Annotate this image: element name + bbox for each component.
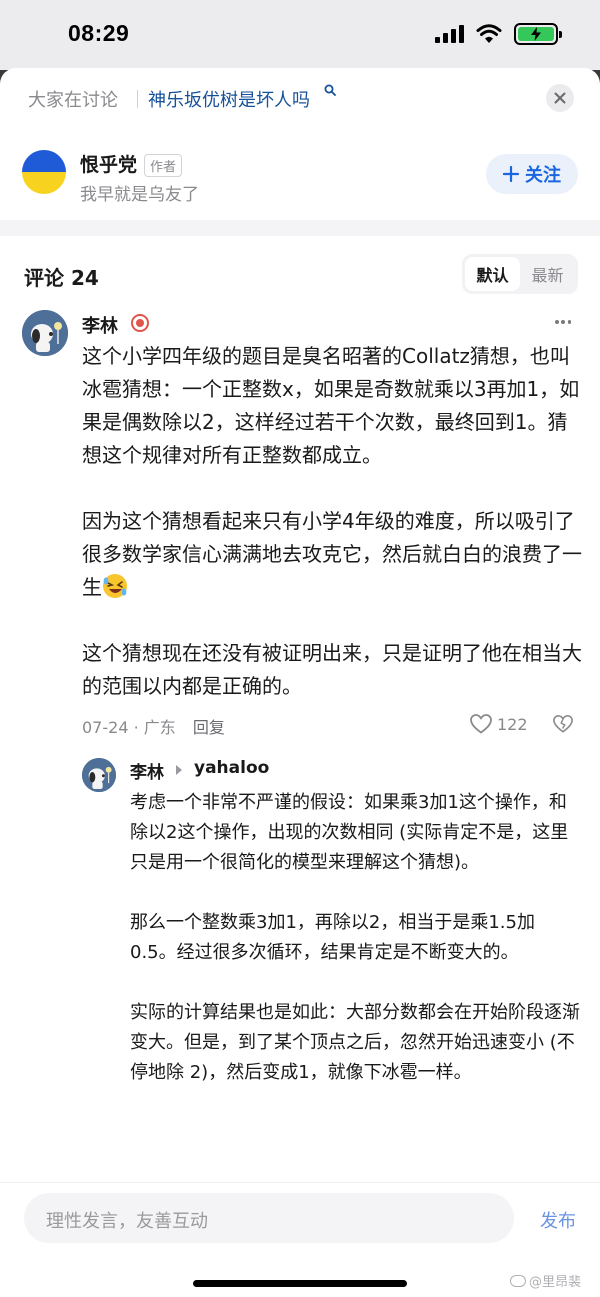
reply-avatar[interactable] (82, 758, 116, 792)
topic-bar: 大家在讨论 神乐坂优树是坏人吗 (0, 68, 600, 136)
watermark-text: @里昂裴 (529, 1275, 582, 1290)
like-button[interactable]: 122 (470, 714, 528, 734)
watermark: @里昂裴 (510, 1271, 581, 1290)
comment-meta: 07-24 · 广东 回复 (82, 718, 225, 737)
comments-title: 评论 24 (24, 266, 99, 290)
topic-lead: 大家在讨论 (28, 90, 118, 111)
reply-paragraph: 实际的计算结果也是如此：大部分数都会在开始阶段逐渐变大。但是，到了某个顶点之后，… (130, 1002, 580, 1083)
rolling-laughing-emoji-icon (103, 574, 127, 598)
like-count: 122 (497, 714, 528, 734)
snoopy-avatar-image (82, 758, 116, 792)
section-divider (0, 220, 600, 236)
reply-author-name[interactable]: 李林 (130, 758, 164, 783)
status-bar: 08:29 (0, 0, 600, 70)
reply-body: 考虑一个非常不严谨的假设：如果乘3加1这个操作，和除以2这个操作，出现的次数相同… (130, 788, 580, 1118)
badge-icon (131, 314, 149, 332)
divider (137, 90, 138, 108)
weibo-logo-icon (510, 1274, 526, 1287)
reply-button[interactable]: 回复 (193, 718, 225, 737)
sort-toggle: 默认 最新 (462, 254, 578, 294)
reply-arrow-icon (176, 765, 182, 775)
heart-icon (470, 714, 492, 734)
follow-label: 关注 (525, 165, 561, 186)
commenter-name[interactable]: 李林 (82, 312, 118, 338)
status-icons (435, 22, 562, 46)
comment-input[interactable]: 理性发言，友善互动 (24, 1193, 514, 1243)
cellular-signal-icon (435, 25, 464, 43)
publish-button[interactable]: 发布 (540, 1207, 576, 1233)
author-bio: 我早就是乌友了 (80, 185, 199, 205)
reply-paragraph: 那么一个整数乘3加1，再除以2，相当于是乘1.5加0.5。经过很多次循环，结果肯… (130, 912, 535, 963)
commenter-avatar[interactable] (22, 310, 68, 356)
more-options-icon[interactable] (555, 314, 571, 330)
wifi-icon (476, 24, 502, 43)
sort-latest-tab[interactable]: 最新 (520, 257, 575, 291)
author-tag: 作者 (144, 154, 183, 177)
close-button[interactable] (546, 84, 574, 112)
topic-link[interactable]: 神乐坂优树是坏人吗 (148, 86, 310, 112)
sort-default-tab[interactable]: 默认 (465, 257, 520, 291)
dislike-broken-heart-icon[interactable] (553, 714, 573, 734)
author-avatar[interactable] (22, 150, 66, 194)
comment-input-placeholder: 理性发言，友善互动 (46, 1211, 208, 1232)
comment-paragraph: 因为这个猜想看起来只有小学4年级的难度，所以吸引了很多数学家信心满满地去攻克它，… (82, 505, 582, 604)
comment-paragraph-text: 因为这个猜想看起来只有小学4年级的难度，所以吸引了很多数学家信心满满地去攻克它，… (82, 509, 582, 599)
charging-bolt-icon (531, 27, 541, 41)
home-indicator[interactable] (193, 1280, 407, 1287)
comment-paragraph: 这个猜想现在还没有被证明出来，只是证明了他在相当大的范围以内都是正确的。 (82, 641, 582, 698)
comment-sheet: 大家在讨论 神乐坂优树是坏人吗 恨乎党 作者 我早就是乌友了 关注 评论 24 (0, 68, 600, 1297)
comment-body: 这个小学四年级的题目是臭名昭著的Collatz猜想，也叫冰雹猜想：一个正整数x，… (82, 340, 582, 703)
status-time: 08:29 (68, 20, 130, 46)
follow-button[interactable]: 关注 (486, 154, 578, 194)
comment-paragraph: 这个小学四年级的题目是臭名昭著的Collatz猜想，也叫冰雹猜想：一个正整数x，… (82, 344, 580, 467)
reply-paragraph: 考虑一个非常不严谨的假设：如果乘3加1这个操作，和除以2这个操作，出现的次数相同… (130, 792, 569, 873)
close-icon (554, 92, 566, 104)
plus-icon (503, 166, 519, 182)
reply-target-name[interactable]: yahaloo (194, 758, 269, 778)
comments-header: 评论 24 默认 最新 (0, 248, 600, 298)
author-name[interactable]: 恨乎党 (80, 150, 137, 177)
snoopy-avatar-image (22, 310, 68, 356)
comment-location: 广东 (143, 718, 176, 737)
comment-date: 07-24 (82, 718, 129, 737)
composer-bar: 理性发言，友善互动 发布 @里昂裴 (0, 1182, 600, 1297)
search-icon[interactable] (324, 84, 336, 96)
battery-icon (514, 23, 562, 45)
